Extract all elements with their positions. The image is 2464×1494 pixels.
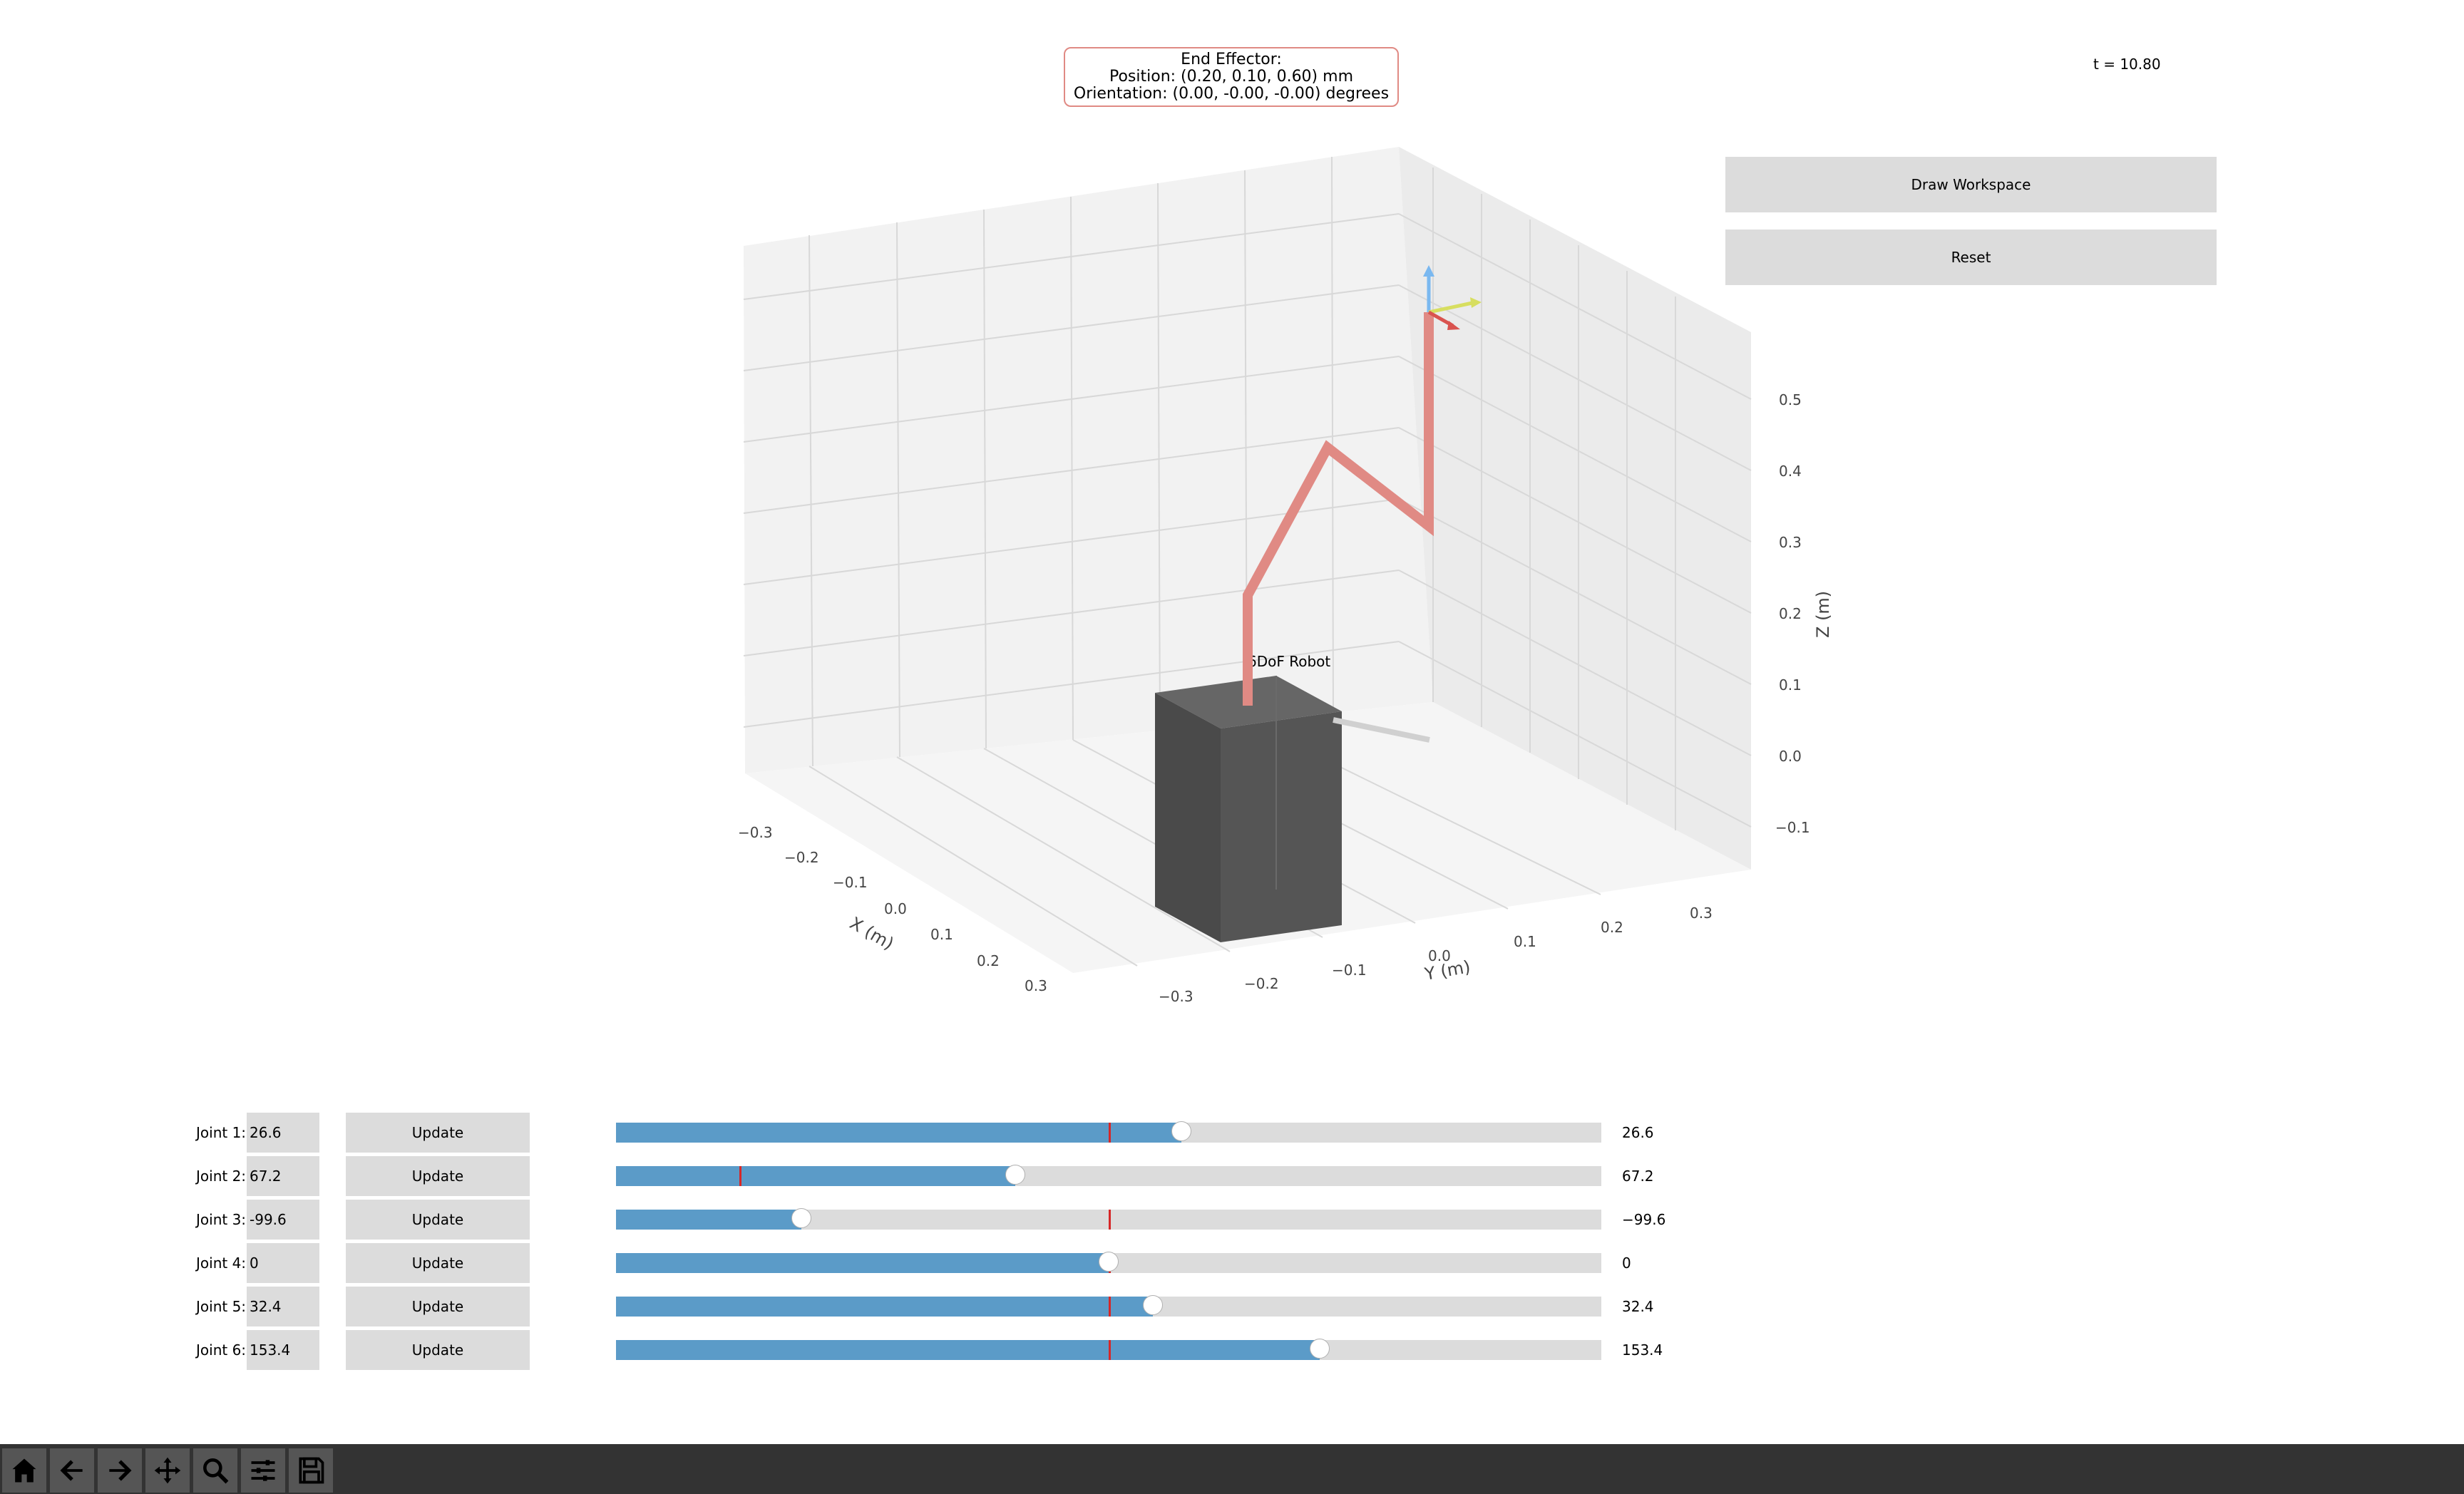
joint-5-slider[interactable] xyxy=(616,1295,1601,1317)
slider-initial-marker xyxy=(1109,1297,1111,1317)
joint-label: Joint 3: xyxy=(196,1211,247,1228)
configure-icon[interactable] xyxy=(241,1448,285,1493)
end-effector-position: Position: (0.20, 0.10, 0.60) mm xyxy=(1109,68,1353,86)
slider-fill xyxy=(616,1166,1015,1186)
time-label: t = 10.80 xyxy=(2093,56,2161,73)
slider-fill xyxy=(616,1340,1320,1360)
slider-fill xyxy=(616,1253,1109,1273)
slider-handle[interactable] xyxy=(1005,1165,1025,1185)
slider-initial-marker xyxy=(739,1166,741,1186)
slider-initial-marker xyxy=(1109,1340,1111,1360)
joint-5-value: 32.4 xyxy=(1622,1298,1654,1315)
joint-row-1: Joint 1: Update 26.6 xyxy=(0,1113,1711,1153)
x-axis-label: X (m) xyxy=(846,913,897,954)
joint-5-input[interactable] xyxy=(247,1287,319,1326)
slider-fill xyxy=(616,1123,1182,1143)
back-icon[interactable] xyxy=(50,1448,94,1493)
joint-2-value: 67.2 xyxy=(1622,1168,1654,1185)
end-effector-title: End Effector: xyxy=(1181,51,1282,68)
joint-4-update-button[interactable]: Update xyxy=(346,1243,530,1283)
z-axis-label: Z (m) xyxy=(1813,591,1833,638)
joint-row-4: Joint 4: Update 0 xyxy=(0,1243,1711,1283)
slider-initial-marker xyxy=(1109,1123,1111,1143)
joint-row-3: Joint 3: Update −99.6 xyxy=(0,1200,1711,1240)
z-tick-label: 0.5 xyxy=(1779,391,1802,408)
joint-3-slider[interactable] xyxy=(616,1208,1601,1230)
joint-label: Joint 2: xyxy=(196,1168,247,1185)
slider-initial-marker xyxy=(1109,1210,1111,1230)
robot-label: 6DoF Robot xyxy=(1248,653,1330,670)
x-tick-label: 0.1 xyxy=(930,926,953,943)
joint-4-slider[interactable] xyxy=(616,1252,1601,1273)
y-tick-label: −0.1 xyxy=(1332,962,1367,979)
draw-workspace-button[interactable]: Draw Workspace xyxy=(1725,157,2217,212)
slider-fill xyxy=(616,1210,801,1230)
joint-6-value: 153.4 xyxy=(1622,1341,1663,1359)
joint-1-slider[interactable] xyxy=(616,1121,1601,1143)
slider-fill xyxy=(616,1297,1154,1317)
joint-1-update-button[interactable]: Update xyxy=(346,1113,530,1153)
joint-2-input[interactable] xyxy=(247,1156,319,1196)
joint-1-input[interactable] xyxy=(247,1113,319,1153)
joint-label: Joint 1: xyxy=(196,1124,247,1141)
y-tick-label: 0.3 xyxy=(1690,905,1713,922)
x-tick-label: −0.2 xyxy=(784,849,819,866)
z-tick-label: 0.1 xyxy=(1779,676,1802,694)
end-effector-info-box: End Effector: Position: (0.20, 0.10, 0.6… xyxy=(1064,47,1399,107)
z-tick-label: 0.3 xyxy=(1779,534,1802,551)
joint-5-update-button[interactable]: Update xyxy=(346,1287,530,1326)
zoom-icon[interactable] xyxy=(193,1448,237,1493)
joint-3-input[interactable] xyxy=(247,1200,319,1240)
joint-2-slider[interactable] xyxy=(616,1165,1601,1186)
z-tick-label: 0.0 xyxy=(1779,748,1802,765)
end-effector-orientation: Orientation: (0.00, -0.00, -0.00) degree… xyxy=(1073,85,1390,103)
joint-4-value: 0 xyxy=(1622,1255,1631,1272)
slider-handle[interactable] xyxy=(1171,1121,1192,1141)
reset-button[interactable]: Reset xyxy=(1725,230,2217,285)
forward-icon[interactable] xyxy=(98,1448,142,1493)
joint-2-update-button[interactable]: Update xyxy=(346,1156,530,1196)
joint-row-5: Joint 5: Update 32.4 xyxy=(0,1287,1711,1326)
slider-handle[interactable] xyxy=(1309,1339,1330,1359)
joint-3-value: −99.6 xyxy=(1622,1211,1666,1228)
slider-handle[interactable] xyxy=(791,1208,811,1228)
joint-row-2: Joint 2: Update 67.2 xyxy=(0,1156,1711,1196)
back-pane-left xyxy=(744,147,1433,773)
slider-handle[interactable] xyxy=(1143,1295,1164,1315)
joint-row-6: Joint 6: Update 153.4 xyxy=(0,1330,1711,1370)
y-tick-label: 0.1 xyxy=(1514,933,1536,950)
slider-handle[interactable] xyxy=(1099,1252,1119,1272)
x-tick-label: 0.0 xyxy=(884,900,907,917)
home-icon[interactable] xyxy=(2,1448,46,1493)
joint-6-input[interactable] xyxy=(247,1330,319,1370)
y-tick-label: −0.2 xyxy=(1244,975,1279,992)
pan-icon[interactable] xyxy=(145,1448,190,1493)
joint-4-input[interactable] xyxy=(247,1243,319,1283)
joint-3-update-button[interactable]: Update xyxy=(346,1200,530,1240)
z-tick-label: 0.4 xyxy=(1779,463,1802,480)
joint-label: Joint 4: xyxy=(196,1255,247,1272)
toolbar xyxy=(0,1444,2464,1494)
x-tick-label: −0.3 xyxy=(738,824,773,841)
x-tick-label: 0.3 xyxy=(1025,977,1047,994)
joint-6-update-button[interactable]: Update xyxy=(346,1330,530,1370)
x-tick-label: 0.2 xyxy=(977,952,1000,969)
save-icon[interactable] xyxy=(289,1448,333,1493)
x-tick-label: −0.1 xyxy=(833,874,868,891)
joint-6-slider[interactable] xyxy=(616,1339,1601,1360)
robot-base xyxy=(1155,676,1342,942)
joint-label: Joint 6: xyxy=(196,1341,247,1359)
joint-1-value: 26.6 xyxy=(1622,1124,1654,1141)
joint-label: Joint 5: xyxy=(196,1298,247,1315)
z-tick-label: −0.1 xyxy=(1775,819,1810,836)
z-tick-label: 0.2 xyxy=(1779,605,1802,622)
y-tick-label: −0.3 xyxy=(1159,988,1194,1005)
y-tick-label: 0.2 xyxy=(1601,919,1623,936)
